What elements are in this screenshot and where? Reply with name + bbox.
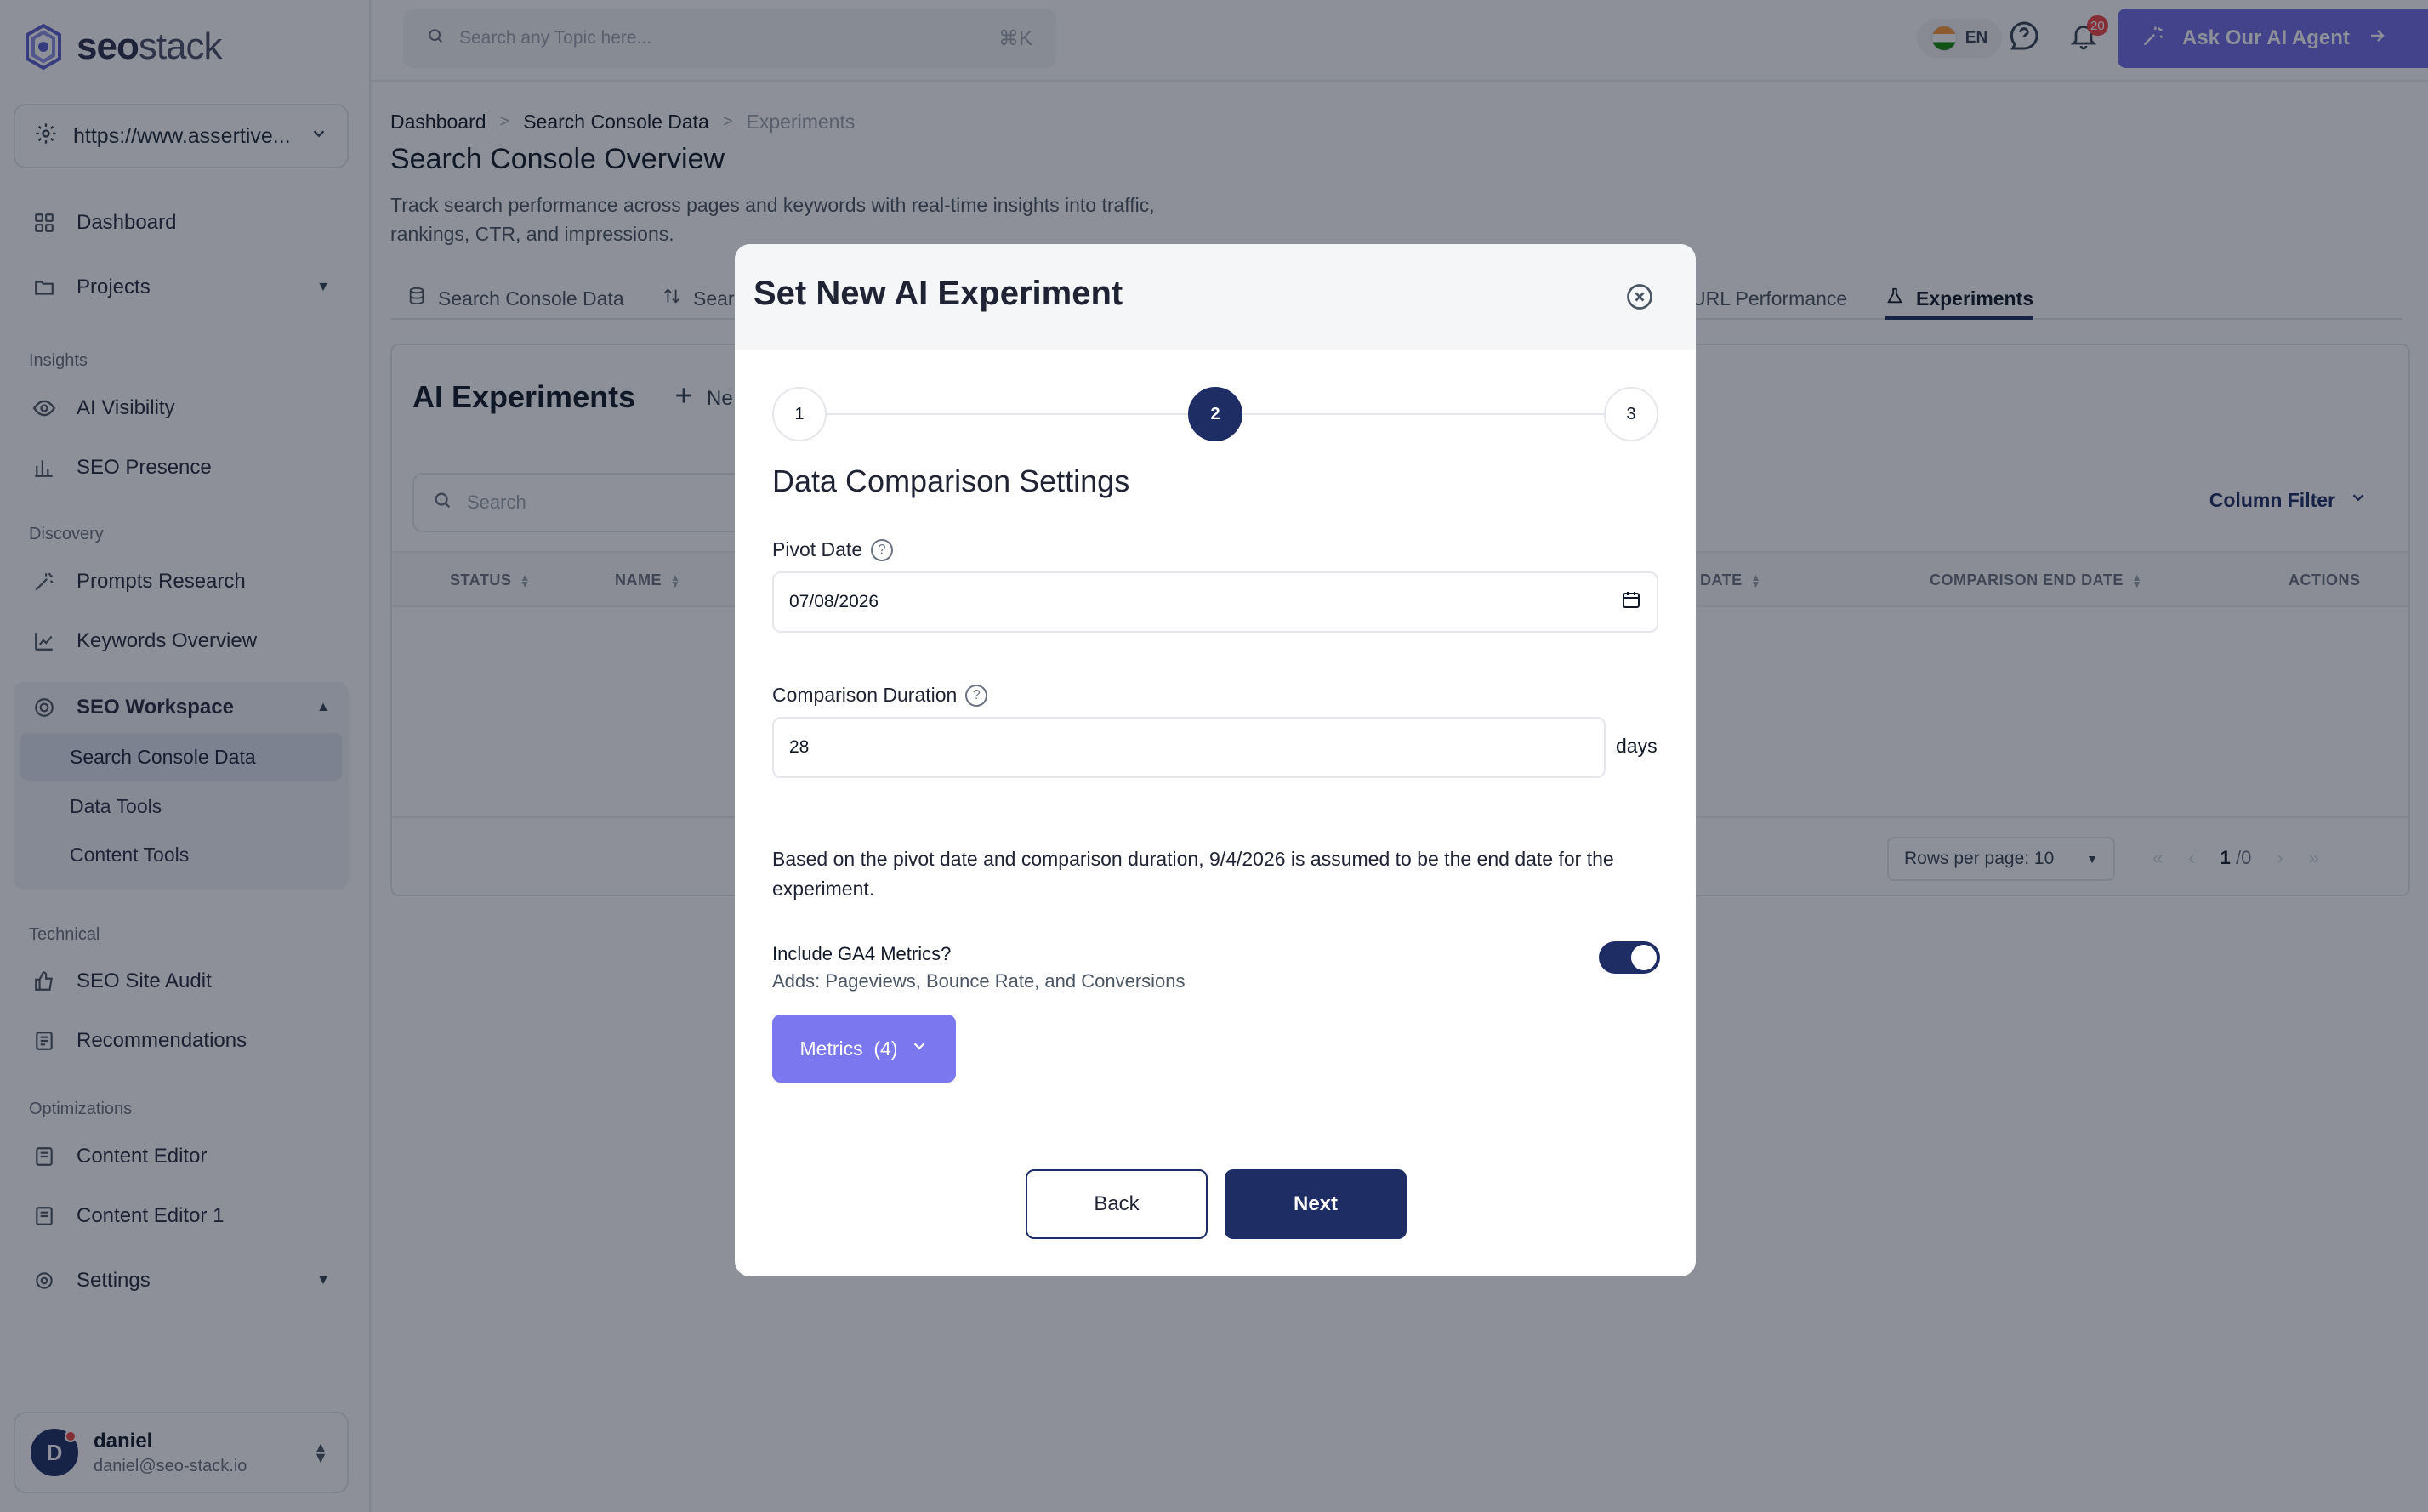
metrics-label: Metrics (4) [799,1037,898,1060]
section-title: Data Comparison Settings [772,463,1130,498]
modal-header: Set New AI Experiment [735,244,1696,350]
next-button[interactable]: Next [1225,1169,1407,1239]
ga4-description: Adds: Pageviews, Bounce Rate, and Conver… [772,970,1186,992]
help-circle-icon[interactable]: ? [871,538,894,561]
back-button[interactable]: Back [1026,1169,1208,1239]
calendar-icon[interactable] [1621,589,1641,615]
end-date-note: Based on the pivot date and comparison d… [772,848,1614,900]
close-button[interactable] [1624,281,1655,316]
metrics-dropdown-button[interactable]: Metrics (4) [772,1015,956,1083]
close-icon [1627,284,1652,310]
stepper: 1 2 3 [772,387,1658,441]
ga4-toggle[interactable] [1599,941,1660,974]
comparison-duration-input[interactable]: 28 [772,717,1606,778]
ga4-label: Include GA4 Metrics? [772,943,952,964]
pivot-date-input[interactable]: 07/08/2026 [772,571,1658,633]
pivot-date-value: 07/08/2026 [789,592,879,611]
comparison-duration-value: 28 [789,737,810,757]
field-label-text: Comparison Duration [772,684,958,706]
modal-title: Set New AI Experiment [753,275,1123,312]
experiment-modal: Set New AI Experiment 1 2 3 Data Compari… [735,244,1696,1276]
chevron-down-icon [910,1037,929,1060]
duration-unit: days [1616,735,1658,757]
step-1[interactable]: 1 [772,387,827,441]
field-label-text: Pivot Date [772,538,863,560]
pivot-date-label: Pivot Date ? [772,538,894,561]
comparison-duration-label: Comparison Duration ? [772,684,988,707]
step-2[interactable]: 2 [1188,387,1242,441]
step-3[interactable]: 3 [1604,387,1658,441]
help-circle-icon[interactable]: ? [965,684,988,707]
